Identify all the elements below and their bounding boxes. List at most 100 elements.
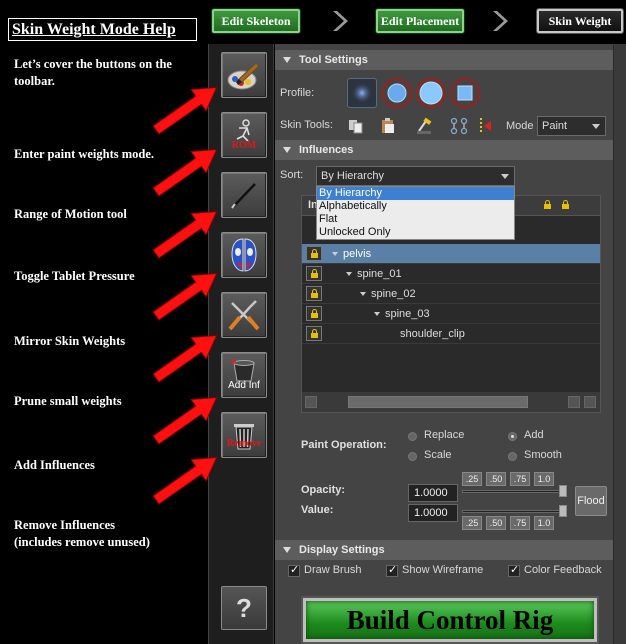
mode-marker-icon	[480, 118, 491, 134]
help-button[interactable]: ?	[221, 586, 267, 630]
sort-option-by-hierarchy[interactable]: By Hierarchy	[317, 187, 514, 200]
mirror-skin-weights-button[interactable]	[221, 232, 267, 278]
help-title: Skin Weight Mode Help	[8, 18, 197, 41]
show-wireframe-checkbox[interactable]	[386, 563, 398, 577]
lock-all-icon[interactable]	[540, 198, 556, 213]
tree-row-spine-01[interactable]: spine_01	[302, 264, 600, 284]
tool-settings-header[interactable]: Tool Settings	[275, 50, 613, 70]
lock-icon[interactable]	[306, 286, 322, 301]
tablet-pressure-button[interactable]	[221, 172, 267, 218]
add-radio[interactable]	[508, 432, 517, 441]
scroll-right-end-icon[interactable]	[584, 396, 596, 408]
profile-soft-button[interactable]	[382, 78, 412, 108]
display-settings-header[interactable]: Display Settings	[275, 540, 613, 560]
mode-label: Mode	[506, 120, 534, 132]
gaussian-brush-icon	[351, 82, 373, 104]
solid-brush-icon	[419, 81, 443, 105]
edit-skeleton-button[interactable]: Edit Skeleton	[212, 9, 300, 33]
tree-horizontal-scrollbar[interactable]	[302, 392, 600, 412]
profile-gaussian-button[interactable]	[347, 78, 377, 108]
value-field[interactable]: 1.0000	[408, 504, 458, 522]
value-preset-100[interactable]: 1.0	[534, 516, 554, 530]
show-wireframe-label: Show Wireframe	[402, 564, 484, 576]
edit-placement-button[interactable]: Edit Placement	[376, 9, 464, 33]
help-item-rom: Range of Motion tool	[14, 207, 127, 221]
replace-radio[interactable]	[408, 432, 417, 441]
influences-header[interactable]: Influences	[275, 140, 613, 160]
tool-panel: Tool Settings Profile: Skin Tools: Mode …	[275, 44, 626, 644]
opacity-preset-050[interactable]: .50	[486, 472, 506, 486]
sort-option-flat[interactable]: Flat	[317, 213, 514, 226]
color-feedback-label: Color Feedback	[524, 564, 602, 576]
move-weights-icon[interactable]	[450, 117, 468, 135]
weight-hammer-icon[interactable]	[415, 117, 433, 135]
build-control-rig-button[interactable]: Build Control Rig	[303, 598, 597, 642]
workflow-arrow-icon	[493, 11, 508, 31]
add-influences-button[interactable]: Add Inf	[221, 352, 267, 398]
flood-button[interactable]: Flood	[575, 486, 607, 516]
tree-row-spine-02[interactable]: spine_02	[302, 284, 600, 304]
skin-tools-label: Skin Tools:	[280, 119, 333, 131]
value-preset-025[interactable]: .25	[462, 516, 482, 530]
sort-label: Sort:	[280, 169, 304, 181]
sort-option-unlocked-only[interactable]: Unlocked Only	[317, 226, 514, 239]
tree-row-spine-03[interactable]: spine_03	[302, 304, 600, 324]
mode-dropdown[interactable]: Paint	[537, 116, 606, 136]
sort-option-alphabetically[interactable]: Alphabetically	[317, 200, 514, 213]
copy-weights-icon[interactable]	[347, 117, 365, 135]
paint-brush-icon	[227, 62, 260, 90]
opacity-preset-075[interactable]: .75	[510, 472, 530, 486]
pruning-shears-icon	[228, 300, 260, 331]
value-preset-050[interactable]: .50	[486, 516, 506, 530]
lock-icon[interactable]	[306, 266, 322, 281]
rom-label: ROM	[231, 140, 257, 151]
help-item-paint-weights: Enter paint weights mode.	[14, 147, 155, 161]
smooth-radio[interactable]	[508, 452, 517, 461]
sort-dropdown[interactable]: By Hierarchy	[316, 166, 515, 186]
remove-influences-button[interactable]: Remove	[221, 412, 267, 458]
panel-scrollbar[interactable]	[613, 44, 626, 644]
smooth-label: Smooth	[524, 449, 562, 461]
lock-icon[interactable]	[306, 306, 322, 321]
help-item-tablet: Toggle Tablet Pressure	[14, 269, 135, 283]
scroll-thumb[interactable]	[348, 396, 528, 408]
mirror-face-icon	[231, 238, 257, 272]
unlock-all-icon[interactable]	[558, 198, 574, 213]
opacity-slider[interactable]	[462, 490, 566, 493]
add-inf-label: Add Inf	[228, 380, 260, 391]
scroll-right-icon[interactable]	[568, 396, 580, 408]
skin-weight-button[interactable]: Skin Weight	[537, 9, 623, 33]
profile-solid-button[interactable]	[416, 78, 446, 108]
value-label: Value:	[301, 504, 334, 516]
sort-dropdown-menu: By Hierarchy Alphabetically Flat Unlocke…	[316, 186, 515, 240]
replace-label: Replace	[424, 429, 465, 441]
paste-weights-icon[interactable]	[379, 117, 397, 135]
range-of-motion-button[interactable]: ROM	[221, 112, 267, 158]
help-item-add-influences: Add Influences	[14, 458, 95, 472]
soft-brush-icon	[387, 83, 407, 103]
color-feedback-checkbox[interactable]	[508, 563, 520, 577]
paint-operation-label: Paint Operation:	[301, 439, 387, 451]
profile-square-button[interactable]	[450, 78, 480, 108]
opacity-field[interactable]: 1.0000	[408, 484, 458, 502]
add-label: Add	[524, 429, 544, 441]
paint-weights-button[interactable]	[221, 52, 267, 98]
tree-row-shoulder-clip[interactable]: shoulder_clip	[302, 324, 600, 344]
draw-brush-checkbox[interactable]	[288, 563, 300, 577]
lock-icon[interactable]	[306, 246, 322, 261]
value-slider-knob[interactable]	[559, 505, 567, 517]
opacity-preset-100[interactable]: 1.0	[534, 472, 554, 486]
prune-weights-button[interactable]	[221, 292, 267, 338]
help-intro: Let’s cover the buttons on the toolbar.	[14, 57, 172, 88]
opacity-slider-knob[interactable]	[559, 485, 567, 497]
lock-icon[interactable]	[306, 326, 322, 341]
scale-label: Scale	[424, 449, 452, 461]
help-item-prune: Prune small weights	[14, 394, 122, 408]
scroll-left-icon[interactable]	[305, 396, 317, 408]
scale-radio[interactable]	[408, 452, 417, 461]
opacity-preset-025[interactable]: .25	[462, 472, 482, 486]
value-slider[interactable]	[462, 510, 566, 513]
value-preset-075[interactable]: .75	[510, 516, 530, 530]
tree-row-pelvis[interactable]: pelvis	[302, 244, 600, 264]
draw-brush-label: Draw Brush	[304, 564, 362, 576]
